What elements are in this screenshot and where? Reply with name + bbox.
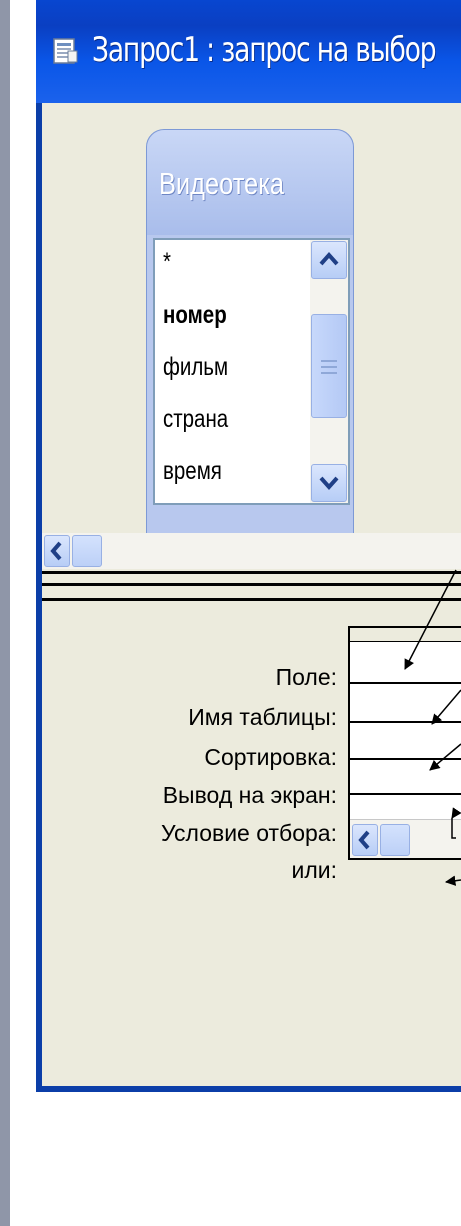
show-checkbox [451, 818, 456, 839]
arrow-to-field [404, 569, 457, 670]
arrow-to-show [451, 807, 461, 819]
annotation-arrows [404, 569, 461, 886]
arrow-to-criteria [444, 875, 461, 886]
arrow-to-sort [429, 743, 461, 771]
arrow-to-table-name [431, 689, 461, 725]
